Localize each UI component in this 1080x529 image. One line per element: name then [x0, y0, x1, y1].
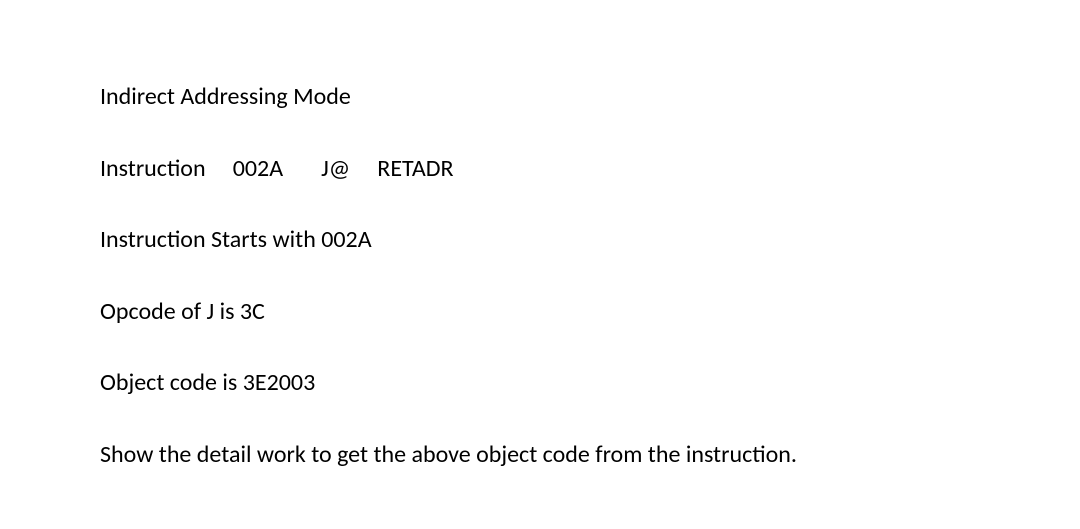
starts-line: Instruction Starts with 002A: [100, 223, 1080, 257]
title-line: Indirect Addressing Mode: [100, 80, 1080, 114]
document-content: Indirect Addressing Mode Instruction 002…: [100, 80, 1080, 472]
objectcode-line: Object code is 3E2003: [100, 366, 1080, 400]
opcode-line: Opcode of J is 3C: [100, 295, 1080, 329]
instruction-line: Instruction 002A J@ RETADR: [100, 152, 1080, 186]
question-line: Show the detail work to get the above ob…: [100, 438, 1080, 472]
